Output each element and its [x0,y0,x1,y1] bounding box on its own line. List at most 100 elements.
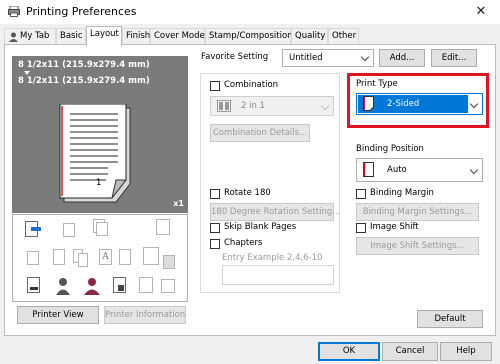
tab-label: Basic [60,31,83,41]
button-label: Default [434,314,466,324]
cancel-button[interactable]: Cancel [382,342,438,361]
print-type-select[interactable]: 2-Sided [356,93,483,115]
binding-position-select[interactable]: Auto [356,158,483,182]
add-favorite-button[interactable]: Add... [379,49,425,67]
tab-label: Layout [90,29,119,39]
button-label: Printer Information [105,310,186,320]
staple-icon[interactable] [51,249,67,267]
binding-margin-settings-button: Binding Margin Settings... [356,203,479,221]
button-label: 180 Degree Rotation Setting... [211,207,341,217]
help-button[interactable]: Help [440,342,492,361]
chapters-example: Entry Example 2,4,6-10 [222,253,323,263]
image-shift-checkbox[interactable] [356,223,366,233]
button-label: Printer View [32,310,84,320]
chevron-down-icon [360,52,370,62]
booklet-icon[interactable] [143,247,159,265]
combination-details-button: Combination Details... [210,124,310,142]
title-bar: Printing Preferences ✕ [0,0,500,24]
rotate-180-label: Rotate 180 [224,188,271,198]
chapters-label: Chapters [224,238,263,248]
print-preview: 8 1/2x11 (215.9x279.4 mm) 8 1/2x11 (215.… [12,56,188,213]
tab-finish[interactable]: Finish [122,28,150,45]
cover-icon[interactable] [163,255,179,273]
stamp-icon[interactable] [155,219,171,237]
fax-icon[interactable] [161,277,177,295]
button-label: Image Shift Settings... [370,241,465,251]
combination-checkbox[interactable] [210,81,220,91]
button-label: Combination Details... [212,128,308,138]
tab-my-tab[interactable]: My Tab [4,28,56,45]
secure-print-icon[interactable] [113,277,129,295]
printer-information-button: Printer Information [104,306,186,324]
button-label: Help [456,346,476,356]
tab-label: Quality [295,31,326,41]
chevron-down-icon [469,165,479,175]
preview-scale: x1 [173,199,184,208]
tray-icon[interactable] [61,221,77,239]
combination-value: 2 in 1 [241,101,265,111]
ok-button[interactable]: OK [318,342,380,361]
tab-label: My Tab [20,31,50,41]
print-type-value: 2-Sided [387,99,420,109]
button-label: Binding Margin Settings... [362,207,473,217]
tab-cover-mode[interactable]: Cover Mode [150,28,205,45]
image-shift-label: Image Shift [370,222,419,232]
account-track-icon[interactable] [83,277,100,295]
binding-auto-icon [363,162,374,177]
rotation-setting-button: 180 Degree Rotation Setting... [210,203,340,221]
binding-position-value: Auto [387,165,407,175]
skip-blank-pages-checkbox[interactable] [210,223,220,233]
chevron-down-icon [469,99,479,109]
chapters-checkbox[interactable] [210,239,220,249]
duplex-unit-icon[interactable] [25,221,41,239]
button-label: OK [342,346,356,356]
tab-stamp-composition[interactable]: Stamp/Composition [205,28,293,45]
paper-size-output: 8 1/2x11 (215.9x279.4 mm) [18,76,150,86]
favorite-setting-select[interactable]: Untitled [282,49,374,67]
close-icon[interactable]: ✕ [473,4,489,20]
overlay-icon[interactable] [119,249,135,267]
tab-basic[interactable]: Basic [56,28,86,45]
binding-position-label: Binding Position [356,144,424,154]
window-title: Printing Preferences [26,5,137,18]
stack-icon[interactable] [93,219,109,237]
tab-label: Stamp/Composition [209,31,293,41]
default-button[interactable]: Default [417,310,483,328]
combination-select: 2 in 1 [210,96,334,116]
user-icon [9,32,18,42]
edit-favorite-button[interactable]: Edit... [431,49,477,67]
tab-layout[interactable]: Layout [86,26,122,46]
tab-quality[interactable]: Quality [291,28,328,45]
punch-icon[interactable] [73,249,89,267]
user-auth-icon[interactable] [55,277,71,295]
printer-view-button[interactable]: Printer View [17,306,99,324]
page-preview-icon [59,104,131,203]
favorite-setting-label: Favorite Setting [201,52,269,62]
skip-blank-pages-label: Skip Blank Pages [224,222,297,232]
image-shift-settings-button: Image Shift Settings... [356,237,479,255]
page-number: 1 [96,178,102,188]
text-icon[interactable]: A [97,249,113,267]
binding-margin-checkbox[interactable] [356,189,366,199]
box-icon[interactable] [139,277,155,295]
finisher-icon[interactable] [27,249,43,267]
device-icons-panel: A [12,214,188,302]
tab-label: Finish [126,31,151,41]
print-type-label: Print Type [356,79,398,89]
button-label: Add... [389,53,415,63]
tab-other[interactable]: Other [328,28,359,45]
tab-label: Cover Mode [154,31,205,41]
two-sided-page-icon [363,96,374,111]
button-label: Edit... [441,53,467,63]
arrow-down-icon [24,71,30,75]
paper-size-original: 8 1/2x11 (215.9x279.4 mm) [18,60,150,70]
combination-label: Combination [224,80,279,90]
rotate-180-checkbox[interactable] [210,189,220,199]
binding-margin-label: Binding Margin [370,188,434,198]
button-label: Cancel [395,346,425,356]
output-tray-icon[interactable] [27,277,43,295]
chevron-down-icon [320,101,330,111]
favorite-setting-value: Untitled [289,53,323,63]
two-in-one-icon [217,100,231,112]
printer-icon [8,6,20,17]
